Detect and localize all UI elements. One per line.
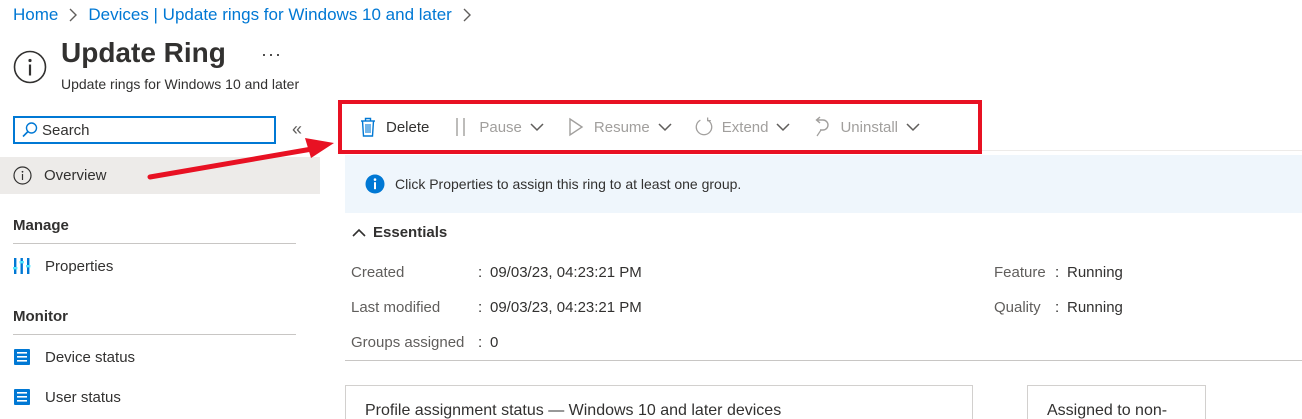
essentials-separator: : — [1055, 264, 1060, 281]
card-title: Assigned to non- — [1047, 402, 1168, 419]
device-status-icon — [13, 348, 31, 366]
info-filled-icon — [365, 174, 385, 194]
collapse-sidebar-button[interactable]: « — [292, 119, 302, 140]
info-message-text: Click Properties to assign this ring to … — [395, 176, 742, 192]
breadcrumb-update-rings-link[interactable]: Devices | Update rings for Windows 10 an… — [88, 5, 451, 25]
search-input[interactable] — [42, 121, 262, 139]
divider — [982, 150, 1302, 151]
divider — [345, 360, 1302, 361]
essentials-label-feature: Feature — [994, 264, 1046, 281]
essentials-separator: : — [1055, 299, 1060, 316]
essentials-value-quality: Running — [1067, 299, 1123, 316]
properties-icon — [13, 257, 31, 275]
uninstall-label: Uninstall — [840, 118, 898, 136]
user-status-icon — [13, 388, 31, 406]
chevron-down-icon — [658, 122, 672, 132]
essentials-toggle[interactable]: Essentials — [352, 224, 447, 241]
resume-label: Resume — [593, 118, 650, 136]
essentials-label-quality: Quality — [994, 299, 1041, 316]
essentials-separator: : — [478, 299, 483, 316]
sidebar-item-label: Properties — [45, 257, 114, 275]
chevron-up-icon — [352, 228, 366, 238]
command-bar: Delete Pause Resume Extend Uninstall — [338, 100, 982, 154]
delete-button[interactable]: Delete — [358, 116, 429, 138]
chevron-right-icon — [68, 8, 78, 22]
essentials-value-last-modified: 09/03/23, 04:23:21 PM — [490, 299, 642, 316]
sidebar-item-device-status[interactable]: Device status — [13, 345, 135, 369]
sidebar-item-user-status[interactable]: User status — [13, 385, 121, 409]
assigned-to-non-card[interactable]: Assigned to non- — [1027, 385, 1206, 419]
divider — [13, 334, 296, 335]
info-circle-icon — [13, 166, 32, 185]
trash-icon — [358, 116, 378, 138]
essentials-value-groups-assigned: 0 — [490, 334, 499, 351]
pause-icon — [451, 116, 471, 138]
page-subtitle: Update rings for Windows 10 and later — [61, 76, 300, 92]
divider — [13, 243, 296, 244]
sidebar-item-label: Device status — [45, 348, 136, 366]
chevron-down-icon — [530, 122, 544, 132]
essentials-separator: : — [478, 334, 483, 351]
pause-button[interactable]: Pause — [451, 116, 544, 138]
sidebar-item-label: Overview — [44, 167, 107, 184]
essentials-label-last-modified: Last modified — [351, 299, 441, 316]
info-circle-icon — [13, 50, 47, 84]
essentials-separator: : — [478, 264, 483, 281]
resume-button[interactable]: Resume — [566, 116, 672, 138]
essentials-title: Essentials — [373, 224, 448, 241]
extend-button[interactable]: Extend — [694, 116, 791, 138]
pause-label: Pause — [479, 118, 522, 136]
refresh-icon — [694, 116, 714, 138]
page-title: Update Ring — [61, 37, 226, 68]
sidebar-item-overview[interactable]: Overview — [0, 157, 320, 194]
section-monitor: Monitor — [13, 308, 68, 325]
breadcrumb: Home Devices | Update rings for Windows … — [13, 4, 482, 26]
essentials-value-created: 09/03/23, 04:23:21 PM — [490, 264, 642, 281]
card-title: Profile assignment status — Windows 10 a… — [365, 402, 782, 419]
sidebar-item-properties[interactable]: Properties — [13, 254, 113, 278]
essentials-label-groups-assigned: Groups assigned — [351, 334, 465, 351]
more-options-button[interactable]: ··· — [261, 44, 282, 65]
breadcrumb-home-link[interactable]: Home — [13, 5, 58, 25]
chevron-down-icon — [906, 122, 920, 132]
chevron-down-icon — [776, 122, 790, 132]
info-message-bar: Click Properties to assign this ring to … — [345, 155, 1302, 213]
section-manage: Manage — [13, 217, 69, 234]
profile-assignment-status-card[interactable]: Profile assignment status — Windows 10 a… — [345, 385, 973, 419]
play-icon — [566, 116, 586, 138]
essentials-value-feature: Running — [1067, 264, 1123, 281]
essentials-label-created: Created — [351, 264, 405, 281]
extend-label: Extend — [721, 118, 769, 136]
chevron-right-icon — [462, 8, 472, 22]
search-icon — [21, 121, 39, 139]
sidebar-item-label: User status — [45, 388, 121, 406]
search-box — [13, 116, 276, 144]
uninstall-button[interactable]: Uninstall — [812, 116, 920, 138]
delete-label: Delete — [386, 118, 430, 136]
undo-icon — [812, 116, 832, 138]
